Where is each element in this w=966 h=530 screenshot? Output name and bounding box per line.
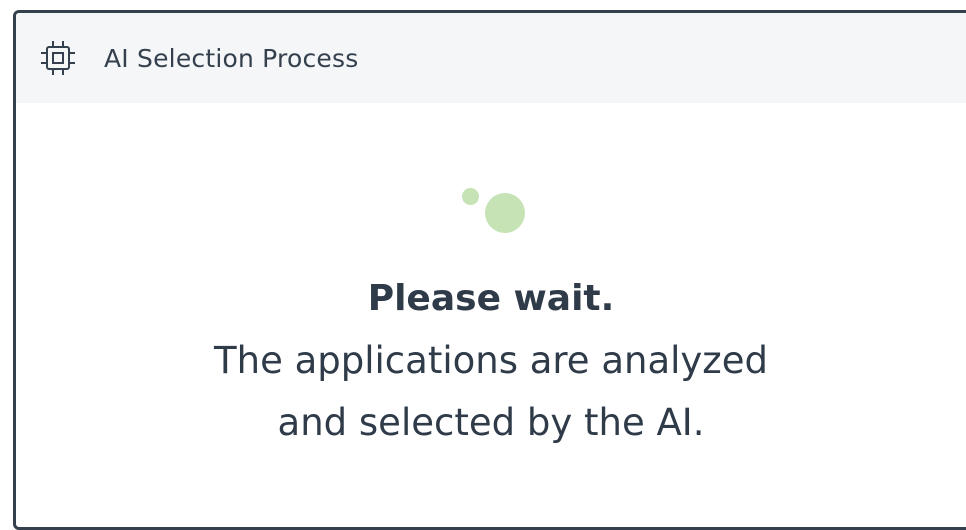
dialog-body: Please wait. The applications are analyz… [16, 103, 966, 527]
status-line-1: The applications are analyzed [214, 339, 768, 382]
dialog-window: AI Selection Process Please wait. The ap… [13, 10, 966, 530]
status-message: Please wait. The applications are analyz… [16, 268, 966, 454]
status-line-2: and selected by the AI. [277, 401, 705, 444]
dialog-header: AI Selection Process [16, 13, 966, 103]
loading-dots-icon [456, 188, 536, 238]
status-heading: Please wait. [367, 278, 615, 319]
dialog-title: AI Selection Process [104, 43, 359, 73]
loader-dot-large [485, 193, 525, 233]
loader-dot-small [462, 188, 479, 205]
cpu-chip-icon [38, 38, 78, 78]
